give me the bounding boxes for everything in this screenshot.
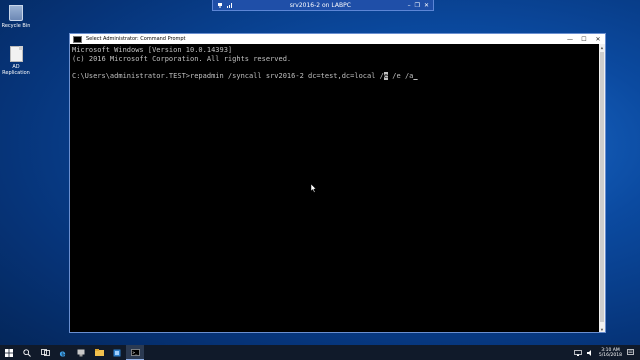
console-icon — [73, 35, 82, 43]
console-line: (c) 2016 Microsoft Corporation. All righ… — [72, 54, 292, 63]
rdp-restore-button[interactable]: ❐ — [415, 2, 420, 9]
internet-explorer-icon: e — [60, 349, 66, 357]
console-icon: >_ — [130, 348, 140, 356]
recycle-bin-icon — [9, 5, 23, 21]
command-trailing-text: /e /a — [388, 71, 414, 80]
command-text: C:\Users\administrator.TEST>repadmin /sy… — [72, 71, 384, 80]
taskbar-file-explorer[interactable] — [90, 345, 108, 360]
command-prompt-window[interactable]: Select Administrator: Command Prompt — ☐… — [69, 33, 606, 333]
desktop-icon-ad-replication[interactable]: AD Replication — [1, 46, 31, 76]
scroll-up-arrow-icon[interactable]: ▲ — [599, 44, 605, 50]
mouse-pointer-icon — [310, 178, 317, 197]
window-title: Select Administrator: Command Prompt — [86, 36, 186, 42]
admin-tools-icon — [113, 349, 121, 356]
command-line: C:\Users\administrator.TEST>repadmin /sy… — [72, 71, 603, 81]
document-icon — [9, 46, 23, 62]
close-button[interactable]: ✕ — [591, 36, 605, 43]
clock[interactable]: 3:10 AM 5/16/2018 — [599, 348, 622, 358]
clock-date: 5/16/2018 — [598, 352, 622, 358]
scroll-down-arrow-icon[interactable]: ▼ — [599, 326, 605, 332]
desktop-icon-recycle-bin[interactable]: Recycle Bin — [1, 5, 31, 29]
windows-logo-icon — [5, 348, 13, 357]
folder-icon — [94, 349, 104, 356]
task-view-button[interactable] — [36, 345, 54, 360]
notifications-icon[interactable] — [627, 349, 634, 356]
scroll-thumb[interactable] — [600, 52, 604, 322]
text-cursor: _ — [413, 71, 418, 80]
vertical-scrollbar[interactable]: ▲ ▼ — [599, 44, 605, 332]
window-titlebar[interactable]: Select Administrator: Command Prompt — ☐… — [70, 34, 605, 44]
start-button[interactable] — [0, 345, 18, 360]
task-view-icon — [40, 349, 50, 356]
taskbar-command-prompt[interactable]: >_ — [126, 345, 144, 360]
taskbar-tools[interactable] — [108, 345, 126, 360]
volume-icon[interactable] — [586, 349, 594, 356]
minimize-button[interactable]: — — [563, 36, 577, 43]
clock-time: 3:10 AM — [601, 347, 620, 353]
svg-text:>_: >_ — [132, 350, 137, 355]
connection-bars-icon — [227, 2, 233, 8]
system-tray: 3:10 AM 5/16/2018 — [574, 348, 640, 358]
search-icon — [23, 348, 31, 357]
console-line: Microsoft Windows [Version 10.0.14393] — [72, 46, 233, 54]
taskbar-server-manager[interactable] — [72, 345, 90, 360]
desktop-icon-label: AD Replication — [2, 64, 30, 76]
pin-icon[interactable] — [217, 2, 223, 8]
taskbar-search-button[interactable] — [18, 345, 36, 360]
rdp-minimize-button[interactable]: – — [408, 2, 411, 9]
svg-text:e: e — [60, 349, 66, 357]
taskbar: e >_ 3:10 AM 5/16/2018 — [0, 345, 640, 360]
remote-session-bar: srv2016-2 on LABPC – ❐ ✕ — [212, 0, 434, 11]
desktop-icon-label: Recycle Bin — [1, 23, 31, 29]
server-manager-icon — [77, 349, 85, 356]
rdp-close-button[interactable]: ✕ — [424, 2, 429, 9]
taskbar-ie[interactable]: e — [54, 345, 72, 360]
console-output[interactable]: Microsoft Windows [Version 10.0.14393] (… — [70, 44, 605, 332]
network-icon[interactable] — [574, 349, 582, 356]
maximize-button[interactable]: ☐ — [577, 36, 591, 43]
remote-session-title: srv2016-2 on LABPC — [289, 1, 351, 9]
